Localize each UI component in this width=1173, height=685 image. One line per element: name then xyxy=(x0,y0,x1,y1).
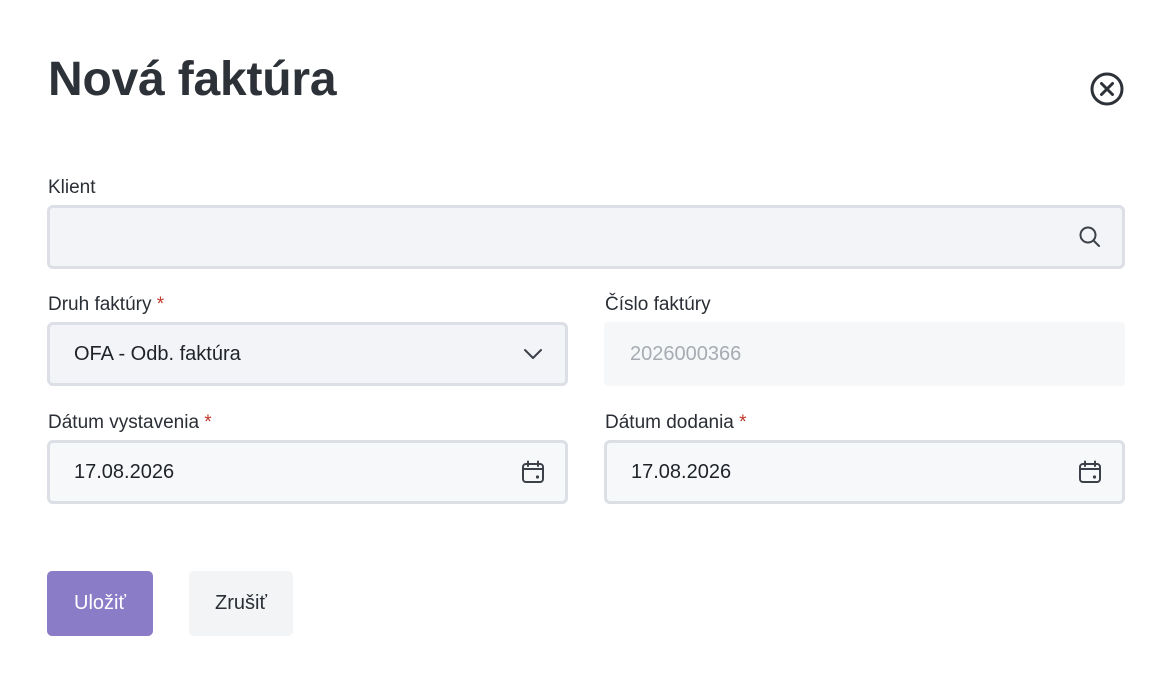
issue-date-label: Dátum vystavenia * xyxy=(48,412,212,433)
required-mark: * xyxy=(204,412,212,433)
calendar-icon[interactable] xyxy=(519,458,547,486)
save-button[interactable]: Uložiť xyxy=(47,571,153,636)
cancel-button[interactable]: Zrušiť xyxy=(189,571,293,636)
client-label: Klient xyxy=(48,177,96,198)
invoice-type-label: Druh faktúry * xyxy=(48,294,165,315)
invoice-type-value: OFA - Odb. faktúra xyxy=(74,342,241,365)
search-icon[interactable] xyxy=(1076,223,1104,251)
invoice-number-field: 2026000366 xyxy=(604,322,1125,386)
delivery-date-value: 17.08.2026 xyxy=(631,460,732,483)
invoice-number-value: 2026000366 xyxy=(630,342,742,365)
calendar-icon[interactable] xyxy=(1076,458,1104,486)
required-mark: * xyxy=(156,294,165,315)
dialog-title: Nová faktúra xyxy=(48,53,337,106)
issue-date-input[interactable]: 17.08.2026 xyxy=(47,440,568,504)
invoice-number-label: Číslo faktúry xyxy=(605,294,711,315)
close-icon[interactable] xyxy=(1089,71,1125,107)
invoice-type-select[interactable]: OFA - Odb. faktúra xyxy=(47,322,568,386)
delivery-date-input[interactable]: 17.08.2026 xyxy=(604,440,1125,504)
delivery-date-label: Dátum dodania * xyxy=(605,412,747,433)
chevron-down-icon xyxy=(524,349,542,359)
client-search-input[interactable] xyxy=(47,205,1125,269)
issue-date-value: 17.08.2026 xyxy=(74,460,175,483)
required-mark: * xyxy=(739,412,747,433)
